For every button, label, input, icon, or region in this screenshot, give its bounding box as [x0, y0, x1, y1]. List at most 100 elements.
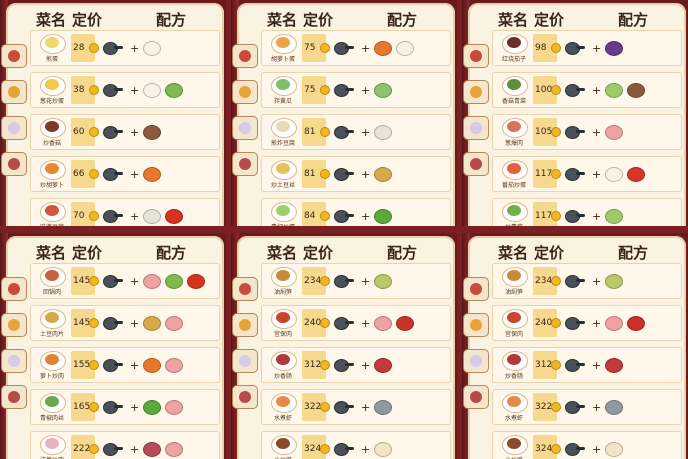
- category-tab[interactable]: [232, 277, 258, 301]
- category-tab[interactable]: [1, 313, 27, 337]
- plus-icon: +: [361, 167, 371, 181]
- dish-name: 水煮虾: [504, 415, 523, 422]
- category-tab[interactable]: [463, 349, 489, 373]
- recipe-row[interactable]: 炒青菜 117 +: [492, 198, 682, 226]
- recipe-row[interactable]: 葱花炒蛋 38 +: [30, 72, 220, 108]
- category-tab[interactable]: [463, 80, 489, 104]
- dish-name: 炒胡萝卜: [39, 182, 64, 189]
- recipe-row[interactable]: 煎蛋 28 +: [30, 30, 220, 66]
- category-tab[interactable]: [463, 116, 489, 140]
- recipe-row[interactable]: 萝卜炒肉 155 +: [30, 347, 220, 383]
- recipe-row[interactable]: 青椒炒蛋 84 +: [261, 198, 451, 226]
- category-tab[interactable]: [463, 152, 489, 176]
- recipe-ingredients: +: [334, 121, 396, 143]
- plus-icon: +: [361, 316, 371, 330]
- wok-icon: [565, 209, 585, 223]
- category-tab[interactable]: [232, 80, 258, 104]
- plus-icon: +: [361, 358, 371, 372]
- recipe-row[interactable]: 炒香菇 60 +: [30, 114, 220, 150]
- recipe-row[interactable]: 宫保肉 240 +: [261, 305, 451, 341]
- recipe-row[interactable]: 小炒鸡 324 +: [492, 431, 682, 459]
- category-tab[interactable]: [232, 349, 258, 373]
- recipe-row[interactable]: 煎炸豆腐 81 +: [261, 114, 451, 150]
- coin-icon: [551, 85, 561, 95]
- category-tab[interactable]: [463, 385, 489, 409]
- plus-icon: +: [130, 83, 140, 97]
- wok-icon: [334, 167, 354, 181]
- recipe-row[interactable]: 炒土豆丝 81 +: [261, 156, 451, 192]
- food-icon: [276, 37, 290, 48]
- recipe-ingredients: +: [565, 270, 627, 292]
- category-tab-icon: [8, 122, 20, 134]
- recipe-row[interactable]: 红烧茄子 98 +: [492, 30, 682, 66]
- category-tab[interactable]: [1, 116, 27, 140]
- category-tab[interactable]: [232, 385, 258, 409]
- food-icon: [276, 312, 290, 323]
- dish-icon: 炒胡萝卜: [35, 158, 69, 190]
- recipe-row[interactable]: 拌黄瓜 75 +: [261, 72, 451, 108]
- recipe-row[interactable]: 炒胡萝卜 66 +: [30, 156, 220, 192]
- recipe-row[interactable]: 葱爆肉 105 +: [492, 114, 682, 150]
- egg-icon: [143, 40, 162, 56]
- recipe-row[interactable]: 炒香肠 312 +: [261, 347, 451, 383]
- category-tab[interactable]: [232, 313, 258, 337]
- dish-name: 炒青菜: [495, 222, 533, 226]
- coin-icon: [551, 318, 561, 328]
- wok-icon: [334, 442, 354, 456]
- header-recipe: 配方: [387, 244, 418, 262]
- coin-icon: [551, 169, 561, 179]
- dish-icon: 水煮虾: [497, 391, 531, 423]
- category-tab[interactable]: [232, 152, 258, 176]
- recipe-panel: 菜名 定价 配方 油焖笋 234 + 宫保肉 240 + 炒香肠 312 + 水…: [462, 233, 688, 459]
- recipe-row[interactable]: 青椒肉丝 165 +: [30, 389, 220, 425]
- category-tab-icon: [8, 391, 20, 403]
- category-tab[interactable]: [1, 44, 27, 68]
- food-icon: [45, 312, 59, 323]
- recipe-row[interactable]: 油焖笋 234 +: [492, 263, 682, 299]
- category-tab[interactable]: [1, 80, 27, 104]
- category-tab[interactable]: [232, 44, 258, 68]
- category-tab-icon: [470, 355, 482, 367]
- cabbage-icon: [605, 208, 624, 224]
- food-icon: [276, 205, 290, 216]
- dish-icon: 回锅肉: [35, 265, 69, 297]
- recipe-row[interactable]: 回锅肉 145 +: [30, 263, 220, 299]
- coin-icon: [89, 127, 99, 137]
- recipe-row[interactable]: 炒香肠 312 +: [492, 347, 682, 383]
- food-icon: [276, 354, 290, 365]
- category-tab[interactable]: [1, 277, 27, 301]
- category-tabs: [1, 277, 29, 421]
- food-icon: [507, 396, 521, 407]
- dish-name: 葱爆肉: [504, 140, 523, 147]
- coin-icon: [551, 127, 561, 137]
- plus-icon: +: [592, 274, 602, 288]
- category-tab[interactable]: [1, 385, 27, 409]
- recipe-row[interactable]: 香菇青菜 100 +: [492, 72, 682, 108]
- recipe-row[interactable]: 洋葱炒肉 222 +: [30, 431, 220, 459]
- recipe-ingredients: +: [103, 270, 209, 292]
- recipe-row[interactable]: 土豆肉片 145 +: [30, 305, 220, 341]
- recipe-row[interactable]: 胡萝卜蛋 75 +: [261, 30, 451, 66]
- potato-icon: [374, 166, 393, 182]
- category-tab[interactable]: [463, 277, 489, 301]
- coin-icon: [89, 318, 99, 328]
- sauce-jar-icon: [627, 315, 646, 331]
- plus-icon: +: [592, 125, 602, 139]
- recipe-row[interactable]: 小炒鸡 324 +: [261, 431, 451, 459]
- category-tab[interactable]: [463, 44, 489, 68]
- recipe-row[interactable]: 水煮虾 322 +: [492, 389, 682, 425]
- category-tab[interactable]: [1, 349, 27, 373]
- recipe-row[interactable]: 番茄炒蛋 117 +: [492, 156, 682, 192]
- category-tab[interactable]: [1, 152, 27, 176]
- shrimp-icon: [374, 399, 393, 415]
- category-tab[interactable]: [232, 116, 258, 140]
- recipe-row[interactable]: 油焖笋 234 +: [261, 263, 451, 299]
- header-recipe: 配方: [156, 11, 187, 29]
- recipe-row[interactable]: 宫保肉 240 +: [492, 305, 682, 341]
- recipe-row[interactable]: 水煮虾 322 +: [261, 389, 451, 425]
- recipe-ingredients: +: [565, 438, 627, 459]
- sausage-icon: [605, 357, 624, 373]
- coin-icon: [551, 402, 561, 412]
- recipe-row[interactable]: 麻婆豆腐 70 +: [30, 198, 220, 226]
- category-tab[interactable]: [463, 313, 489, 337]
